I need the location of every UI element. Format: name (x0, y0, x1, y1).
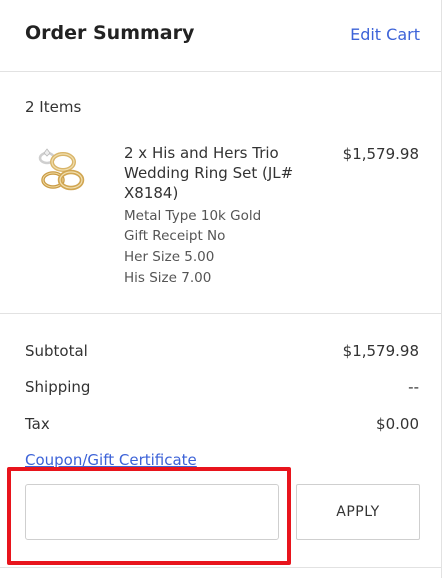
items-count: 2 Items (25, 98, 82, 116)
product-attribute-his-size: His Size 7.00 (124, 270, 212, 286)
ring-set-thumbnail-icon[interactable] (25, 140, 97, 200)
order-summary-panel: Order Summary Edit Cart 2 Items 2 x His … (0, 0, 442, 578)
product-attribute-gift-receipt: Gift Receipt No (124, 228, 226, 244)
page-title: Order Summary (25, 22, 195, 44)
apply-coupon-button[interactable]: APPLY (296, 484, 420, 540)
shipping-value: -- (408, 378, 419, 396)
order-summary-header: Order Summary Edit Cart (0, 0, 442, 72)
product-attribute-metal-type: Metal Type 10k Gold (124, 208, 262, 224)
tax-value: $0.00 (376, 415, 419, 433)
subtotal-label: Subtotal (25, 342, 88, 360)
product-price: $1,579.98 (342, 145, 419, 163)
product-name[interactable]: 2 x His and Hers Trio Wedding Ring Set (… (124, 143, 324, 203)
section-divider (0, 313, 442, 314)
coupon-code-input[interactable] (25, 484, 279, 540)
tax-label: Tax (25, 415, 50, 433)
bottom-divider (0, 567, 442, 568)
product-attribute-her-size: Her Size 5.00 (124, 249, 215, 265)
shipping-label: Shipping (25, 378, 91, 396)
edit-cart-link[interactable]: Edit Cart (350, 25, 420, 44)
subtotal-value: $1,579.98 (342, 342, 419, 360)
